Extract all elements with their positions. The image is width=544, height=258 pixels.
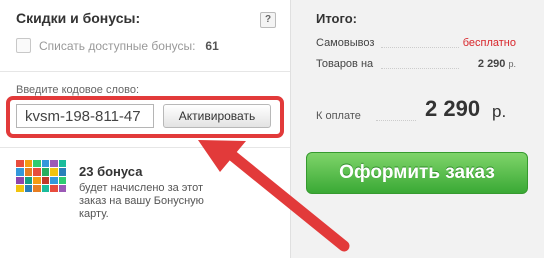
available-bonus-count: 61	[205, 38, 219, 53]
goods-label: Товаров на	[316, 58, 374, 70]
summary-title: Итого:	[316, 11, 357, 26]
help-icon[interactable]: ?	[260, 12, 276, 28]
bonus-description: будет начислено за этот заказ на вашу Бо…	[79, 182, 204, 220]
pay-label: К оплате	[316, 110, 361, 122]
divider	[0, 71, 290, 72]
goods-currency: р.	[508, 59, 516, 69]
divider	[0, 147, 290, 148]
highlight-frame	[6, 96, 284, 138]
goods-value: 2 290	[477, 58, 506, 70]
use-bonus-label: Списать доступные бонусы:	[39, 38, 196, 53]
dotted-leader	[381, 68, 459, 69]
discounts-title: Скидки и бонусы:	[16, 10, 141, 26]
use-bonus-row[interactable]: Списать доступные бонусы: 61	[16, 38, 219, 53]
pickup-label: Самовывоз	[316, 37, 375, 49]
goods-row: Товаров на 2 290 р.	[316, 58, 516, 72]
checkout-button[interactable]: Оформить заказ	[306, 152, 528, 194]
use-bonus-checkbox[interactable]	[16, 38, 31, 53]
goods-value-group: 2 290 р.	[478, 58, 516, 70]
pay-amount: 2 290	[425, 96, 481, 121]
pickup-value: бесплатно	[462, 37, 516, 49]
promo-code-label: Введите кодовое слово:	[16, 84, 139, 96]
pickup-row: Самовывоз бесплатно	[316, 37, 516, 51]
bonus-card-icon	[16, 160, 66, 192]
dotted-leader	[381, 47, 459, 48]
pay-currency: р.	[492, 102, 507, 121]
bonus-count: 23 бонуса	[79, 164, 143, 179]
dotted-leader	[376, 120, 416, 121]
discounts-panel: Скидки и бонусы: ? Списать доступные бон…	[0, 0, 290, 258]
